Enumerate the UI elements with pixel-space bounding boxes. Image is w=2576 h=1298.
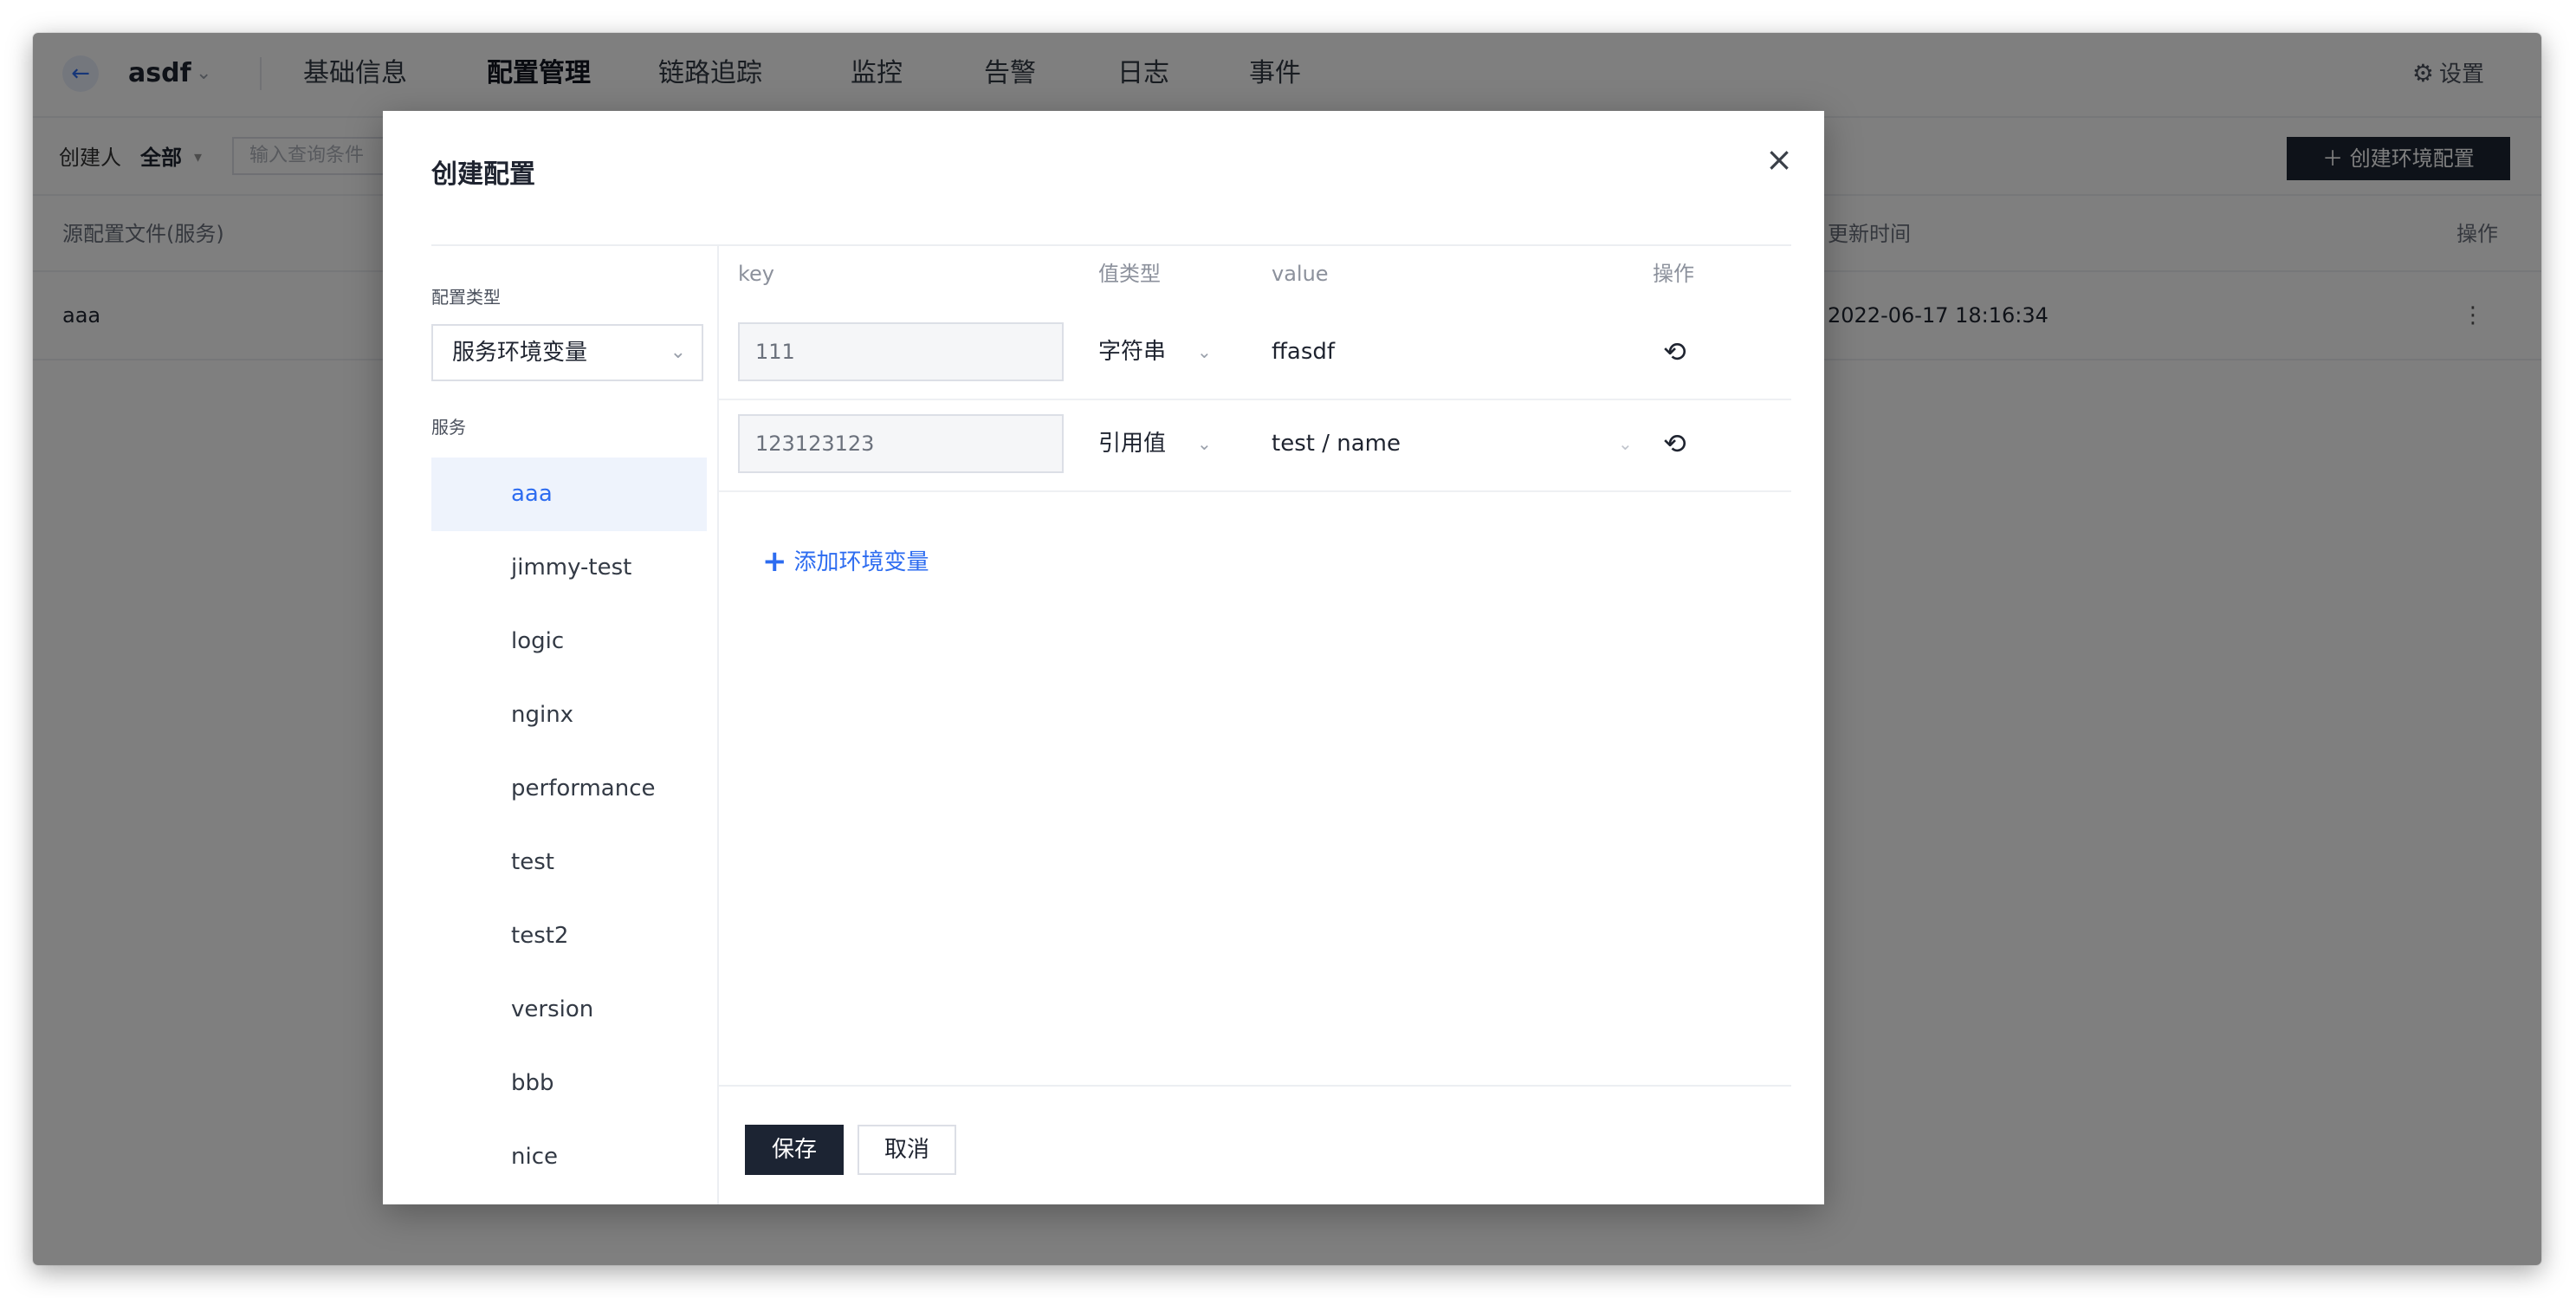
- service-item-version[interactable]: version: [431, 973, 707, 1047]
- service-list: aaa jimmy-test logic nginx performance t…: [431, 458, 707, 1194]
- add-env-var-button[interactable]: + 添加环境变量: [762, 542, 929, 581]
- env-var-row: 123123123 引用值 ⌄ test / name ⌄ ⟲: [719, 399, 1791, 492]
- chevron-down-icon[interactable]: ⌄: [1197, 414, 1212, 473]
- key-input[interactable]: 123123123: [738, 414, 1064, 473]
- services-label: 服务: [431, 417, 466, 438]
- config-type-select[interactable]: 服务环境变量 ⌄: [431, 324, 703, 381]
- service-item-bbb[interactable]: bbb: [431, 1047, 707, 1120]
- chevron-down-icon[interactable]: ⌄: [1197, 322, 1212, 381]
- reset-icon[interactable]: ⟲: [1663, 414, 1686, 473]
- cancel-button[interactable]: 取消: [858, 1125, 956, 1175]
- service-item-logic[interactable]: logic: [431, 605, 707, 678]
- service-item-aaa[interactable]: aaa: [431, 458, 707, 531]
- app-window: ← asdf ⌄ 基础信息 配置管理 链路追踪 监控 告警 日志 事件 ⚙设置 …: [33, 33, 2541, 1265]
- add-env-var-label: 添加环境变量: [793, 549, 929, 575]
- value-type-select[interactable]: 字符串: [1098, 322, 1166, 381]
- env-var-row: 111 字符串 ⌄ ffasdf ⟲: [719, 307, 1791, 400]
- chevron-down-icon: ⌄: [670, 341, 686, 363]
- column-key: key: [738, 262, 775, 286]
- config-type-value: 服务环境变量: [452, 340, 588, 366]
- chevron-down-icon[interactable]: ⌄: [1618, 414, 1633, 473]
- close-icon[interactable]: ×: [1765, 137, 1793, 182]
- service-item-nice[interactable]: nice: [431, 1120, 707, 1194]
- service-item-nginx[interactable]: nginx: [431, 678, 707, 752]
- key-input[interactable]: 111: [738, 322, 1064, 381]
- save-button[interactable]: 保存: [745, 1125, 844, 1175]
- divider: [431, 244, 1791, 246]
- column-value: value: [1272, 262, 1329, 286]
- value-input[interactable]: ffasdf: [1272, 322, 1335, 381]
- plus-icon: +: [762, 544, 787, 579]
- config-type-label: 配置类型: [431, 287, 501, 308]
- service-item-jimmy-test[interactable]: jimmy-test: [431, 531, 707, 605]
- value-type-select[interactable]: 引用值: [1098, 414, 1166, 473]
- column-action: 操作: [1653, 262, 1694, 286]
- column-value-type: 值类型: [1098, 262, 1161, 286]
- reference-value-select[interactable]: test / name: [1272, 414, 1401, 473]
- modal-title: 创建配置: [431, 159, 535, 190]
- service-item-test2[interactable]: test2: [431, 899, 707, 973]
- service-item-test[interactable]: test: [431, 826, 707, 899]
- create-config-modal: 创建配置 × 配置类型 服务环境变量 ⌄ 服务 aaa jimmy-test l…: [383, 111, 1824, 1204]
- divider: [719, 1085, 1791, 1087]
- reset-icon[interactable]: ⟲: [1663, 322, 1686, 381]
- service-item-performance[interactable]: performance: [431, 752, 707, 826]
